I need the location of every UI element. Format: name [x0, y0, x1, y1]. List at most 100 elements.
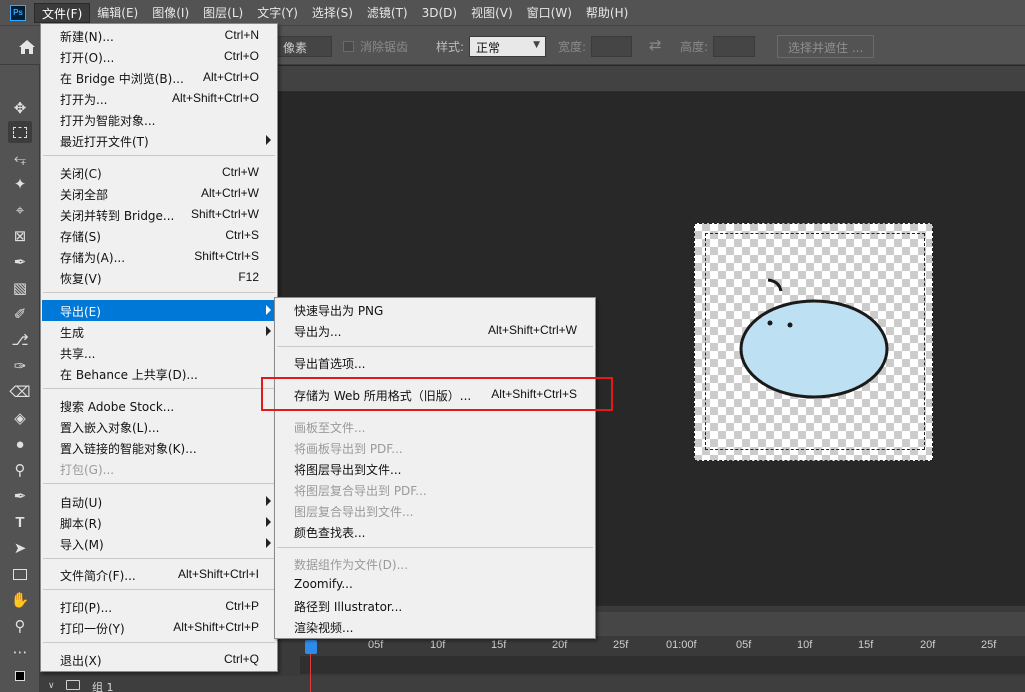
height-input[interactable]: [713, 36, 755, 57]
menu-item-zoomify[interactable]: Zoomify...: [276, 574, 594, 595]
menu-item-close-all[interactable]: 关闭全部 Alt+Ctrl+W: [42, 183, 276, 204]
clone-stamp-tool-icon[interactable]: ⎇: [8, 329, 32, 351]
menu-item-layers-to-files[interactable]: 将图层导出到文件...: [276, 458, 594, 479]
menu-select[interactable]: 选择(S): [305, 3, 360, 23]
menu-item-paths-to-illustrator[interactable]: 路径到 Illustrator...: [276, 595, 594, 616]
move-tool-icon[interactable]: ✥: [8, 97, 32, 119]
menu-item-exit[interactable]: 退出(X) Ctrl+Q: [42, 649, 276, 670]
menu-item-browse-bridge[interactable]: 在 Bridge 中浏览(B)... Alt+Ctrl+O: [42, 67, 276, 88]
menu-item-print[interactable]: 打印(P)... Ctrl+P: [42, 596, 276, 617]
timeline-tick: 25f: [981, 639, 997, 651]
menu-item-revert[interactable]: 恢复(V) F12: [42, 267, 276, 288]
healing-brush-tool-icon[interactable]: ▧: [8, 277, 32, 299]
submenu-arrow-icon: [266, 538, 271, 548]
menu-separator: [277, 547, 593, 548]
brush-tool-icon[interactable]: ✐: [8, 303, 32, 325]
menu-item-share[interactable]: 共享...: [42, 342, 276, 363]
menu-item-place-linked[interactable]: 置入链接的智能对象(K)...: [42, 437, 276, 458]
menu-item-export-preferences[interactable]: 导出首选项...: [276, 352, 594, 373]
timeline-tick: 20f: [920, 639, 936, 651]
menu-separator: [43, 292, 275, 293]
type-tool-icon[interactable]: T: [8, 511, 32, 533]
home-icon[interactable]: [18, 38, 36, 56]
timeline-track[interactable]: [300, 656, 1025, 674]
more-tools-icon[interactable]: ⋯: [8, 641, 32, 663]
menu-item-open-as[interactable]: 打开为... Alt+Shift+Ctrl+O: [42, 88, 276, 109]
magic-wand-tool-icon[interactable]: ✦: [8, 173, 32, 195]
menu-separator: [43, 558, 275, 559]
color-swatch-icon[interactable]: [8, 665, 32, 687]
menu-item-render-video[interactable]: 渲染视频...: [276, 616, 594, 637]
style-label: 样式:: [436, 40, 465, 54]
menu-filter[interactable]: 滤镜(T): [360, 3, 415, 23]
menu-image[interactable]: 图像(I): [145, 3, 196, 23]
menu-item-save-as[interactable]: 存储为(A)... Shift+Ctrl+S: [42, 246, 276, 267]
lasso-tool-icon[interactable]: ⥆: [8, 147, 32, 169]
menu-help[interactable]: 帮助(H): [579, 3, 635, 23]
eyedropper-tool-icon[interactable]: ✒: [8, 251, 32, 273]
menu-item-save[interactable]: 存储(S) Ctrl+S: [42, 225, 276, 246]
menu-item-artboards-to-pdf: 将画板导出到 PDF...: [294, 442, 403, 456]
chevron-down-icon[interactable]: ∨: [48, 680, 55, 691]
swap-icon[interactable]: ⇄: [649, 36, 662, 54]
pen-tool-icon[interactable]: ✒: [8, 485, 32, 507]
timeline-layer-label: 组 1: [92, 681, 114, 692]
menu-item-quick-export-png[interactable]: 快速导出为 PNG: [276, 299, 594, 320]
width-input[interactable]: [591, 36, 632, 57]
antialias-checkbox[interactable]: [343, 41, 354, 52]
menu-3d[interactable]: 3D(D): [415, 3, 464, 23]
eraser-tool-icon[interactable]: ⌫: [8, 381, 32, 403]
timeline-tick: 05f: [736, 639, 752, 651]
menu-item-import[interactable]: 导入(M): [42, 533, 276, 554]
menu-separator: [43, 483, 275, 484]
history-brush-tool-icon[interactable]: ✑: [8, 355, 32, 377]
playhead-handle[interactable]: [305, 640, 317, 654]
style-select[interactable]: 正常 ▼: [469, 36, 546, 57]
menu-item-open-smart-object[interactable]: 打开为智能对象...: [42, 109, 276, 130]
menu-item-generate[interactable]: 生成: [42, 321, 276, 342]
menu-item-layer-comps-to-files: 图层复合导出到文件...: [294, 505, 414, 519]
highlight-annotation-box: [261, 377, 613, 411]
menu-item-scripts[interactable]: 脚本(R): [42, 512, 276, 533]
marquee-tool-icon[interactable]: [8, 121, 32, 143]
timeline-tick: 10f: [797, 639, 813, 651]
menu-type[interactable]: 文字(Y): [250, 3, 305, 23]
dodge-tool-icon[interactable]: ⚲: [8, 459, 32, 481]
timeline-tick: 20f: [552, 639, 568, 651]
blur-tool-icon[interactable]: ●: [8, 433, 32, 455]
menu-file[interactable]: 文件(F): [34, 2, 91, 23]
rectangle-tool-icon[interactable]: [8, 563, 32, 585]
menu-item-layer-comps-to-pdf: 将图层复合导出到 PDF...: [294, 484, 427, 498]
menu-item-export[interactable]: 导出(E): [42, 300, 276, 321]
frame-tool-icon[interactable]: ⊠: [8, 225, 32, 247]
menu-item-automate[interactable]: 自动(U): [42, 491, 276, 512]
paint-bucket-tool-icon[interactable]: ◈: [8, 407, 32, 429]
crop-tool-icon[interactable]: ⌖: [8, 199, 32, 221]
menu-item-new[interactable]: 新建(N)... Ctrl+N: [42, 25, 276, 46]
path-selection-tool-icon[interactable]: ➤: [8, 537, 32, 559]
folder-icon: [66, 680, 80, 690]
menu-item-open[interactable]: 打开(O)... Ctrl+O: [42, 46, 276, 67]
select-and-mask-button[interactable]: 选择并遮住 ...: [777, 35, 875, 58]
menu-item-search-adobe-stock[interactable]: 搜索 Adobe Stock...: [42, 395, 276, 416]
menu-window[interactable]: 窗口(W): [520, 3, 579, 23]
menu-item-color-lookup-tables[interactable]: 颜色查找表...: [276, 521, 594, 542]
menu-item-recent-files[interactable]: 最近打开文件(T): [42, 130, 276, 151]
height-label: 高度:: [680, 40, 709, 54]
timeline-ruler[interactable]: [300, 636, 1025, 656]
menu-item-file-info[interactable]: 文件简介(F)... Alt+Shift+Ctrl+I: [42, 564, 276, 585]
menu-item-close-go-bridge[interactable]: 关闭并转到 Bridge... Shift+Ctrl+W: [42, 204, 276, 225]
zoom-tool-icon[interactable]: ⚲: [8, 615, 32, 637]
menu-item-print-one-copy[interactable]: 打印一份(Y) Alt+Shift+Ctrl+P: [42, 617, 276, 638]
menu-view[interactable]: 视图(V): [464, 3, 520, 23]
menu-separator: [43, 589, 275, 590]
menu-item-export-as[interactable]: 导出为... Alt+Shift+Ctrl+W: [276, 320, 594, 341]
timeline-layer-row[interactable]: [40, 676, 1025, 692]
menu-item-close[interactable]: 关闭(C) Ctrl+W: [42, 162, 276, 183]
menu-layer[interactable]: 图层(L): [196, 3, 250, 23]
menu-item-place-embedded[interactable]: 置入嵌入对象(L)...: [42, 416, 276, 437]
menu-edit[interactable]: 编辑(E): [90, 3, 145, 23]
timeline-tick: 10f: [430, 639, 446, 651]
menu-item-share-behance[interactable]: 在 Behance 上共享(D)...: [42, 363, 276, 384]
hand-tool-icon[interactable]: ✋: [8, 589, 32, 611]
